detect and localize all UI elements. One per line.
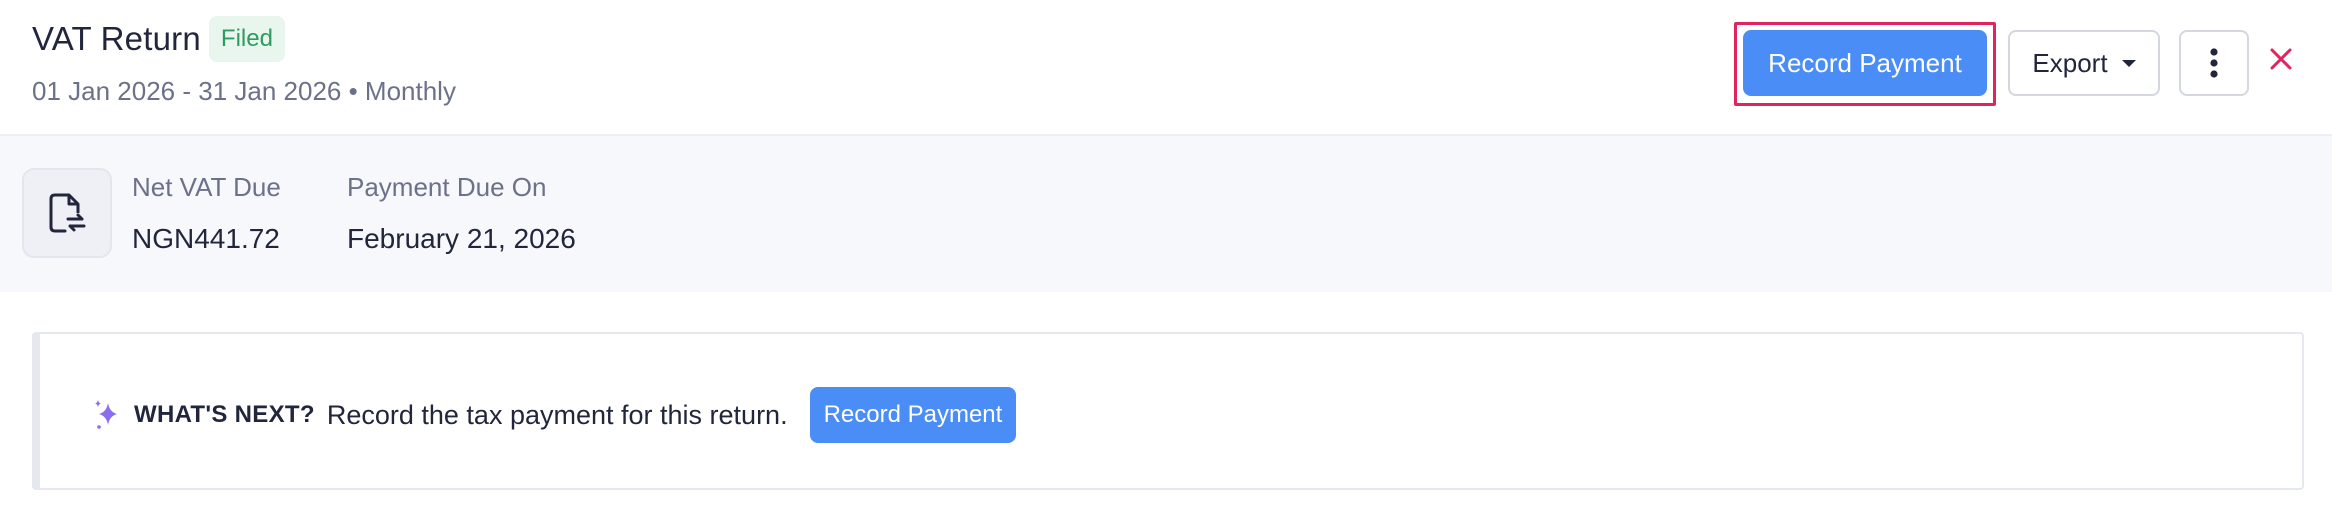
export-label: Export bbox=[2032, 47, 2108, 78]
net-vat-label: Net VAT Due bbox=[132, 172, 281, 202]
record-payment-button[interactable]: Record Payment bbox=[1743, 30, 1987, 96]
summary-band: Net VAT Due NGN441.72 Payment Due On Feb… bbox=[0, 136, 2332, 292]
document-tile bbox=[22, 168, 112, 258]
whats-next-heading: WHAT'S NEXT? bbox=[134, 401, 315, 428]
document-exchange-icon bbox=[49, 193, 86, 233]
whats-next-card: WHAT'S NEXT? Record the tax payment for … bbox=[32, 332, 2304, 490]
more-options-button[interactable] bbox=[2179, 30, 2249, 96]
sparkle-icon bbox=[95, 400, 117, 429]
close-button[interactable] bbox=[2266, 44, 2296, 74]
page-header: VAT Return Filed 01 Jan 2026 - 31 Jan 20… bbox=[0, 0, 2332, 136]
net-vat-value: NGN441.72 bbox=[132, 223, 280, 254]
title-row: VAT Return Filed bbox=[32, 16, 285, 62]
export-button[interactable]: Export bbox=[2008, 30, 2160, 96]
payment-due-value: February 21, 2026 bbox=[347, 223, 576, 254]
net-vat-metric: Net VAT Due NGN441.72 bbox=[132, 172, 281, 255]
page-title: VAT Return bbox=[32, 20, 201, 57]
close-icon bbox=[2270, 48, 2292, 70]
whats-next-record-payment-button[interactable]: Record Payment bbox=[809, 387, 1017, 443]
caret-down-icon bbox=[2121, 59, 2136, 67]
period-subtitle: 01 Jan 2026 - 31 Jan 2026 • Monthly bbox=[32, 76, 456, 106]
whats-next-row: WHAT'S NEXT? Record the tax payment for … bbox=[90, 387, 1017, 443]
payment-due-label: Payment Due On bbox=[347, 172, 547, 202]
kebab-menu-icon bbox=[2210, 48, 2218, 78]
payment-due-metric: Payment Due On February 21, 2026 bbox=[347, 172, 576, 255]
whats-next-text: Record the tax payment for this return. bbox=[326, 399, 788, 430]
status-badge: Filed bbox=[208, 16, 285, 62]
